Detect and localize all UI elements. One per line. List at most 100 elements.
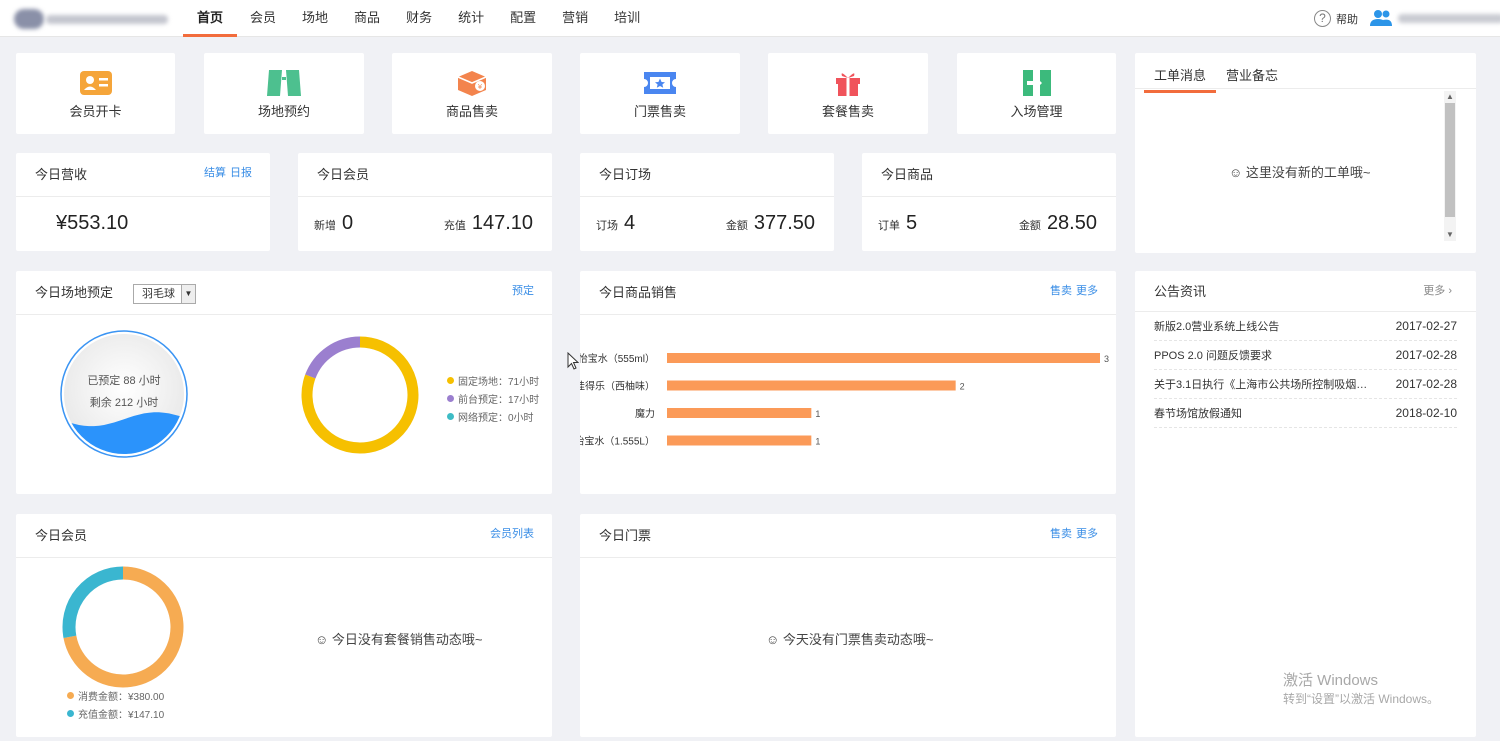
sale-link[interactable]: 售卖 [1050,285,1072,297]
members-stat-title: 今日会员 [298,153,552,197]
quick-ticket-sale[interactable]: 门票售卖 [580,53,740,134]
gauge-booked-text: 已预定 88 小时 [87,373,160,387]
goods-sales-card: 今日商品销售 售卖 更多 怡宝水（555ml） 3 佳得乐（西柚味） 2 魔力 1 怡宝水（1… [580,271,1116,494]
bar [667,408,812,418]
bookings-title: 今日订场 [580,153,834,197]
nav-venue[interactable]: 场地 [289,0,341,37]
legend-online: 网络预定：0小时 [447,407,539,425]
nav-goods[interactable]: 商品 [341,0,393,37]
user-menu[interactable] [1370,9,1500,27]
bar-category-label: 怡宝水（555ml） [580,352,655,365]
goods-sales-bar-chart: 怡宝水（555ml） 3 佳得乐（西柚味） 2 魔力 1 怡宝水（1.555L） 1 [580,352,1109,448]
nav-member[interactable]: 会员 [237,0,289,37]
logo[interactable] [14,9,170,29]
news-panel: 公告资讯 更多 › 新版2.0营业系统上线公告 2017-02-27 PPOS 2… [1135,271,1476,737]
bar-value-label: 1 [815,409,820,419]
news-item[interactable]: 关于3.1日执行《上海市公共场所控制吸烟条例》的通知2017-02-28 [1154,370,1457,399]
member-donut-chart [62,566,184,688]
ticket-sale-link[interactable]: 售卖 [1050,528,1072,540]
venue-legend: 固定场地：71小时 前台预定：17小时 网络预定：0小时 [447,371,539,425]
donut-slice-1 [62,566,124,638]
scroll-up-icon[interactable]: ▲ [1444,91,1456,103]
bar [667,353,1100,363]
windows-watermark-title: 激活 Windows [1283,672,1379,689]
help-button[interactable]: ? 帮助 [1314,10,1358,27]
news-item[interactable]: 春节场馆放假通知 2018-02-10 [1154,399,1457,428]
today-members-card: 今日会员 会员列表 消费金额：¥380.00 充值金额：¥147.10 ☺ 今日… [16,514,552,737]
member-legend: 消费金额：¥380.00 充值金额：¥147.10 [67,686,164,722]
quick-member-card[interactable]: 会员开卡 [16,53,175,134]
quick-label: 门票售卖 [633,103,686,119]
settle-link[interactable]: 结算 [204,167,226,179]
quick-package-sale[interactable]: 套餐售卖 [768,53,928,134]
venue-booking-card: 今日场地预定 预定 羽毛球 ▼ 已预定 88 小时 剩余 212 小时 固定场地：… [16,271,552,494]
legend-recharge: 充值金额：¥147.10 [67,704,164,722]
goods-sales-title: 今日商品销售 售卖 更多 [580,271,1116,315]
new-members: 新增 0 [314,212,354,234]
revenue-value: ¥553.10 [56,212,129,234]
today-goods-card: 今日商品 订单 5 金额 28.50 [862,153,1116,251]
svg-text:¥: ¥ [478,83,483,91]
revenue-links: 结算 日报 [200,153,252,193]
goods-title: 今日商品 [862,153,1116,197]
ticket-more-link[interactable]: 更多 [1076,528,1098,540]
legend-front: 前台预定：17小时 [447,389,539,407]
quick-label: 商品售卖 [445,103,498,119]
booking-amount: 金额 377.50 [725,212,815,234]
quick-label: 场地预约 [257,103,310,119]
goods-sales-links: 售卖 更多 [1046,271,1098,311]
legend-fixed: 固定场地：71小时 [447,371,539,389]
venue-water-gauge: 已预定 88 小时 剩余 212 小时 [60,330,188,458]
workorder-panel: 工单消息 营业备忘 ☺ 这里没有新的工单哦~ ▲ ▼ [1135,53,1476,253]
member-list-link[interactable]: 会员列表 [490,514,534,554]
bar-category-label: 怡宝水（1.555L） [580,435,655,448]
more-link[interactable]: 更多 [1076,285,1098,297]
nav-config[interactable]: 配置 [497,0,549,37]
quick-entry-manage[interactable]: 入场管理 [957,53,1116,134]
nav-statistics[interactable]: 统计 [445,0,497,37]
donut-slice-1 [305,336,361,379]
scroll-down-icon[interactable]: ▼ [1444,229,1456,241]
nav-home[interactable]: 首页 [183,0,238,37]
recharge-amount: 充值 147.10 [443,212,533,234]
quick-label: 套餐售卖 [821,103,874,119]
news-more-link[interactable]: 更多 › [1423,271,1452,311]
venue-donut-chart [301,336,419,454]
user-group-icon [1370,10,1392,26]
today-members-stat-card: 今日会员 新增 0 充值 147.10 [298,153,552,251]
workorder-empty-text: ☺ 这里没有新的工单哦~ [1229,165,1371,180]
user-name-blurred [1398,13,1500,23]
goods-sale-icon: ¥ [457,70,487,96]
mouse-cursor-icon [567,352,579,370]
bar-value-label: 2 [960,382,965,392]
windows-watermark-subtitle: 转到“设置”以激活 Windows。 [1283,692,1440,706]
venue-title: 今日场地预定 预定 [16,271,552,315]
news-item[interactable]: PPOS 2.0 问题反馈要求 2017-02-28 [1154,341,1457,370]
bar-category-label: 魔力 [635,407,655,420]
daily-report-link[interactable]: 日报 [230,167,252,179]
bar [667,380,956,391]
nav-finance[interactable]: 财务 [393,0,445,37]
quick-goods-sale[interactable]: ¥ 商品售卖 [392,53,552,134]
venue-book-icon [267,69,301,96]
booking-count: 订场 4 [596,212,636,234]
nav-training[interactable]: 培训 [601,0,653,37]
tickets-links: 售卖 更多 [1046,514,1098,554]
goods-amount: 金额 28.50 [1018,212,1097,234]
package-empty-text: ☺ 今日没有套餐销售动态哦~ [315,632,483,647]
revenue-card: 今日营收 结算 日报 ¥553.10 [16,153,270,251]
chevron-down-icon: ▼ [181,285,195,303]
workorder-scrollbar[interactable]: ▲ ▼ [1444,91,1456,241]
scroll-thumb[interactable] [1445,103,1455,217]
news-item[interactable]: 新版2.0营业系统上线公告 2017-02-27 [1154,312,1457,341]
bar-category-label: 佳得乐（西柚味） [580,380,655,393]
top-navbar: 首页 会员 场地 商品 财务 统计 配置 营销 培训 ? 帮助 [0,0,1500,37]
sport-select[interactable]: 羽毛球 ▼ [133,284,196,304]
today-bookings-card: 今日订场 订场 4 金额 377.50 [580,153,834,251]
bar-value-label: 1 [815,437,820,447]
quick-venue-booking[interactable]: 场地预约 [204,53,364,134]
tickets-empty-text: ☺ 今天没有门票售卖动态哦~ [766,632,934,647]
nav-marketing[interactable]: 营销 [549,0,601,37]
venue-book-link[interactable]: 预定 [512,271,534,311]
news-list: 新版2.0营业系统上线公告 2017-02-27 PPOS 2.0 问题反馈要求 2… [1135,312,1476,428]
